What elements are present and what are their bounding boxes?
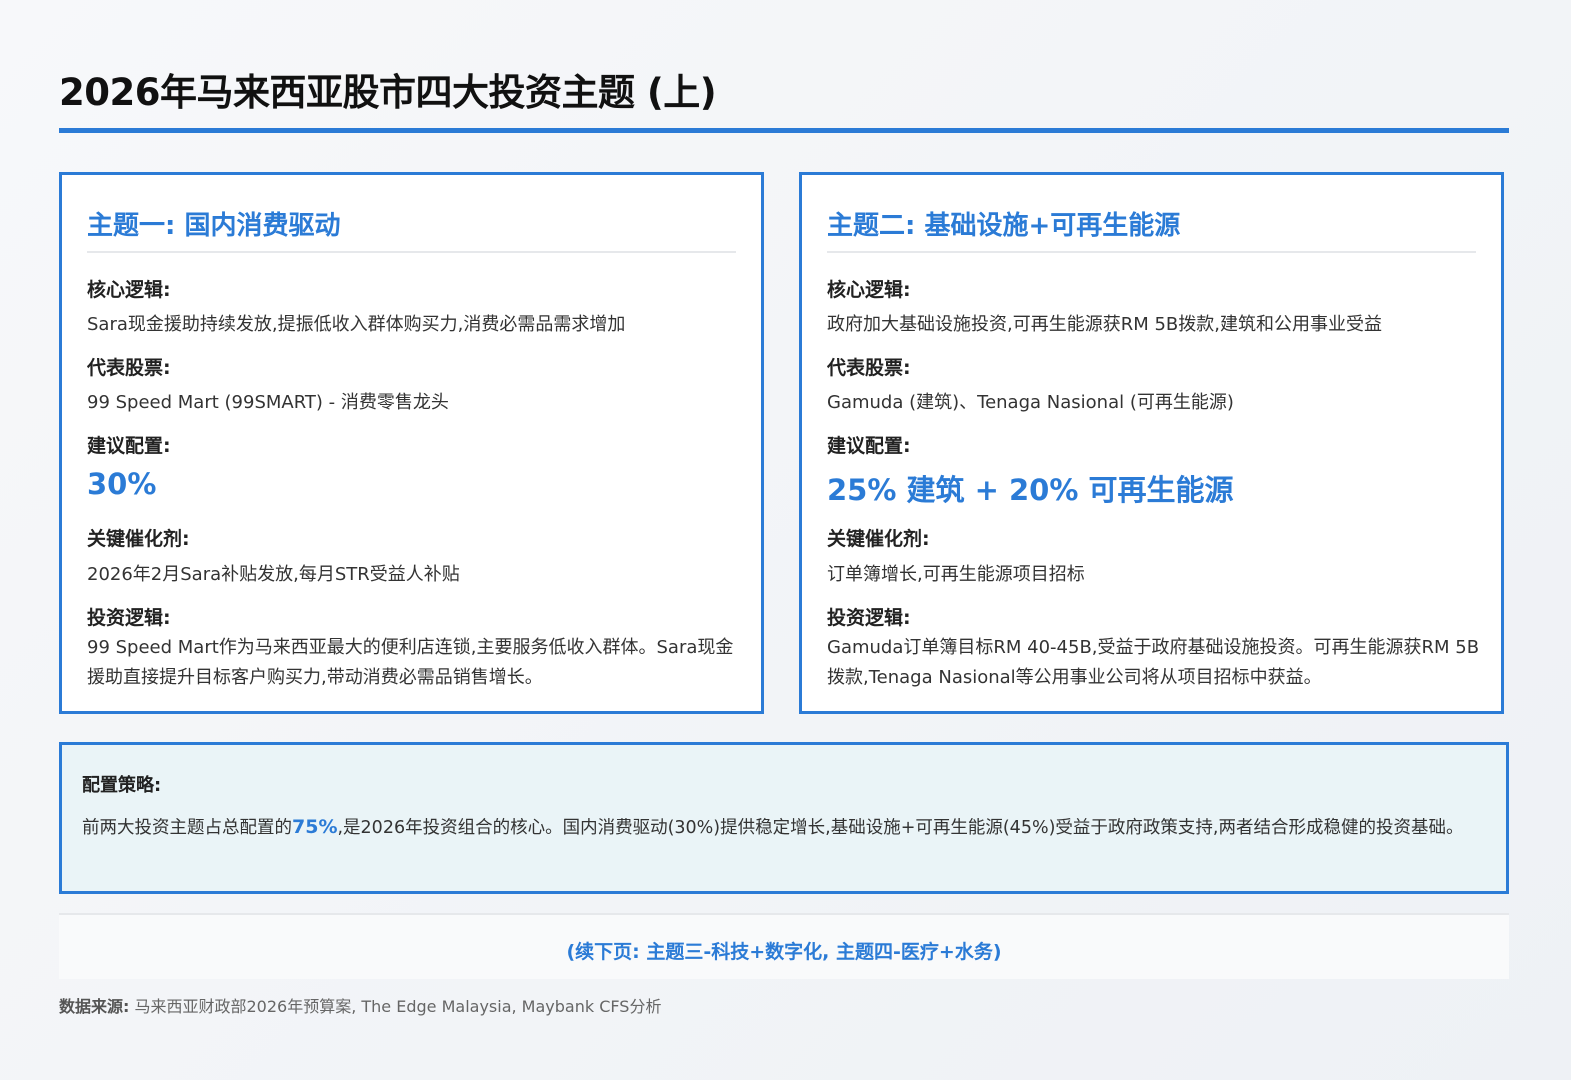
stocks-text: 99 Speed Mart (99SMART) - 消费零售龙头 [87, 392, 449, 413]
allocation-value: 25% 建筑 + 20% 可再生能源 [827, 473, 1234, 507]
catalyst-label: 关键催化剂: [87, 528, 190, 550]
catalyst-text: 2026年2月Sara补贴发放,每月STR受益人补贴 [87, 564, 460, 585]
strategy-text-before: 前两大投资主题占总配置的 [82, 818, 292, 838]
report-page: 2026年马来西亚股市四大投资主题 (上) 主题一: 国内消费驱动 核心逻辑: … [59, 0, 1509, 1080]
allocation-label: 建议配置: [87, 435, 171, 457]
catalyst-text: 订单簿增长,可再生能源项目招标 [827, 564, 1085, 585]
theme-card-1: 主题一: 国内消费驱动 核心逻辑: Sara现金援助持续发放,提振低收入群体购买… [59, 172, 764, 714]
theme-card-2: 主题二: 基础设施+可再生能源 核心逻辑: 政府加大基础设施投资,可再生能源获R… [799, 172, 1504, 714]
catalyst-label: 关键催化剂: [827, 528, 930, 550]
source-label: 数据来源: [59, 997, 130, 1016]
strategy-text-after: ,是2026年投资组合的核心。国内消费驱动(30%)提供稳定增长,基础设施+可再… [337, 818, 1464, 838]
core-logic-text: 政府加大基础设施投资,可再生能源获RM 5B拨款,建筑和公用事业受益 [827, 314, 1383, 335]
title-underline [59, 128, 1509, 133]
strategy-text: 前两大投资主题占总配置的75%,是2026年投资组合的核心。国内消费驱动(30%… [82, 812, 1482, 843]
card-divider [827, 251, 1476, 253]
page-title: 2026年马来西亚股市四大投资主题 (上) [59, 71, 717, 114]
data-source: 数据来源: 马来西亚财政部2026年预算案, The Edge Malaysia… [59, 993, 661, 1017]
strategy-highlight: 75% [292, 816, 338, 838]
allocation-value: 30% [87, 467, 157, 501]
allocation-label: 建议配置: [827, 435, 911, 457]
strategy-label: 配置策略: [82, 775, 162, 796]
stocks-text: Gamuda (建筑)、Tenaga Nasional (可再生能源) [827, 392, 1234, 413]
core-logic-label: 核心逻辑: [827, 279, 911, 301]
thesis-label: 投资逻辑: [827, 607, 911, 629]
source-text: 马来西亚财政部2026年预算案, The Edge Malaysia, Mayb… [129, 997, 662, 1016]
stocks-label: 代表股票: [827, 357, 911, 379]
theme-title: 主题一: 国内消费驱动 [87, 211, 341, 241]
thesis-text: Gamuda订单簿目标RM 40-45B,受益于政府基础设施投资。可再生能源获R… [827, 637, 1480, 688]
continued-note: (续下页: 主题三-科技+数字化, 主题四-医疗+水务) [566, 941, 1002, 963]
continued-banner: (续下页: 主题三-科技+数字化, 主题四-医疗+水务) [59, 913, 1509, 979]
allocation-strategy-box: 配置策略: 前两大投资主题占总配置的75%,是2026年投资组合的核心。国内消费… [59, 742, 1509, 894]
core-logic-label: 核心逻辑: [87, 279, 171, 301]
theme-title: 主题二: 基础设施+可再生能源 [827, 211, 1181, 241]
core-logic-text: Sara现金援助持续发放,提振低收入群体购买力,消费必需品需求增加 [87, 314, 626, 335]
stocks-label: 代表股票: [87, 357, 171, 379]
thesis-label: 投资逻辑: [87, 607, 171, 629]
thesis-text: 99 Speed Mart作为马来西亚最大的便利店连锁,主要服务低收入群体。Sa… [87, 637, 734, 688]
card-divider [87, 251, 736, 253]
